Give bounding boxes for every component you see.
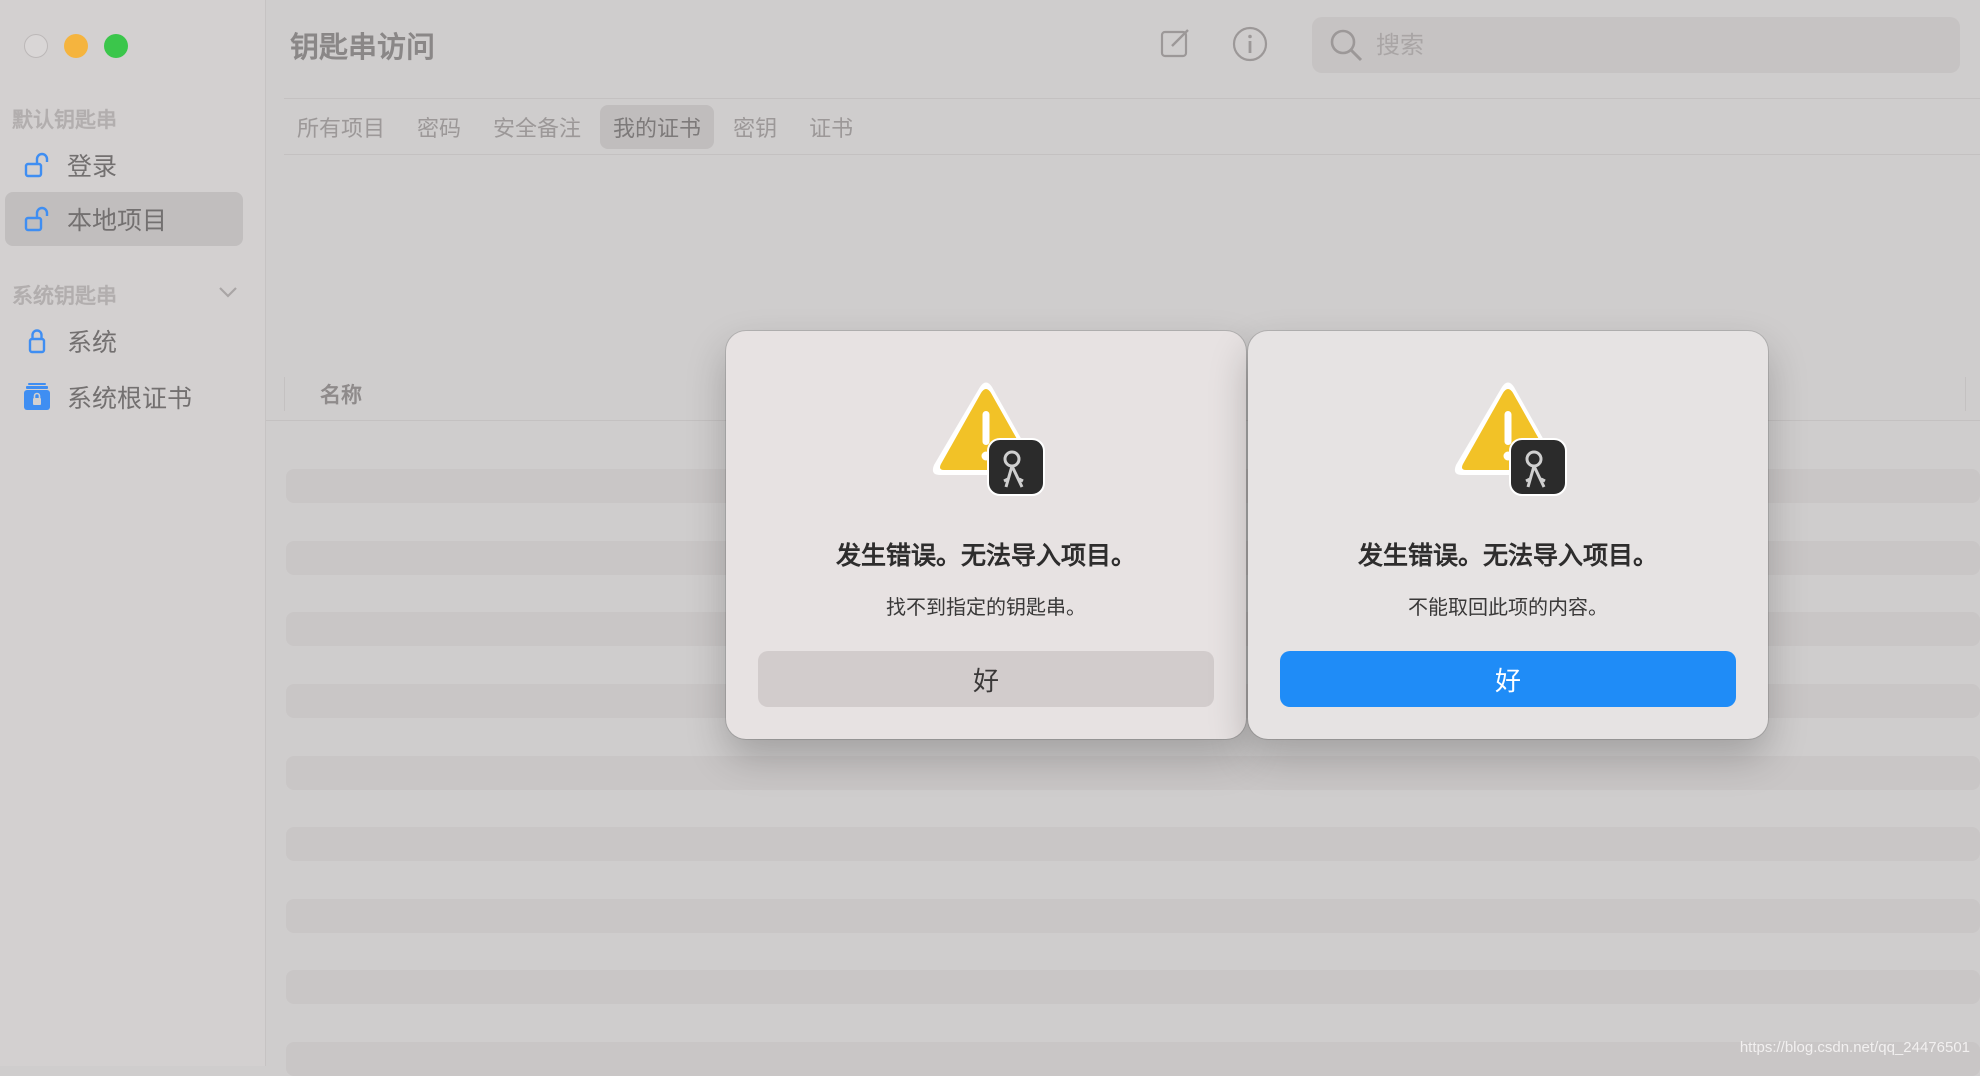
close-window-button[interactable] <box>24 34 48 58</box>
sidebar-section-default-keychains: 默认钥匙串 <box>12 108 117 132</box>
table-row <box>286 1042 1980 1076</box>
category-tabs: 所有项目 密码 安全备注 我的证书 密钥 证书 <box>284 105 872 149</box>
dialog-message: 找不到指定的钥匙串。 <box>886 595 1086 619</box>
table-row <box>286 899 1980 933</box>
column-header-name[interactable]: 名称 <box>320 379 362 409</box>
watermark-url: https://blog.csdn.net/qq_24476501 <box>1739 1039 1970 1056</box>
column-separator <box>284 377 285 411</box>
chevron-down-icon[interactable] <box>216 280 240 304</box>
sidebar: 默认钥匙串 登录 本地项目 系统钥匙串 系统 系统根证书 <box>0 0 266 1066</box>
search-field[interactable] <box>1312 17 1960 73</box>
tab-keys[interactable]: 密钥 <box>720 105 790 149</box>
warning-keychain-icon <box>932 382 1045 496</box>
error-alert-dialog: 发生错误。无法导入项目。 不能取回此项的内容。 好 <box>1248 331 1768 739</box>
table-row <box>286 756 1980 790</box>
sidebar-item-login[interactable]: 登录 <box>5 138 243 192</box>
sidebar-item-label: 本地项目 <box>67 206 168 235</box>
warning-keychain-icon <box>1454 382 1567 496</box>
ok-button[interactable]: 好 <box>758 651 1214 707</box>
tab-passwords[interactable]: 密码 <box>404 105 474 149</box>
tab-my-certificates[interactable]: 我的证书 <box>600 105 715 149</box>
table-row <box>286 970 1980 1004</box>
info-icon[interactable] <box>1230 24 1270 64</box>
sidebar-section-system-keychains: 系统钥匙串 <box>12 284 117 308</box>
toolbar-divider <box>284 98 1980 99</box>
sidebar-item-label: 系统 <box>67 328 118 357</box>
dialog-message: 不能取回此项的内容。 <box>1408 595 1608 619</box>
zoom-window-button[interactable] <box>104 34 128 58</box>
dialog-title: 发生错误。无法导入项目。 <box>835 541 1136 570</box>
tab-secure-notes[interactable]: 安全备注 <box>480 105 594 149</box>
sidebar-item-label: 登录 <box>67 152 118 181</box>
error-alert-dialog: 发生错误。无法导入项目。 找不到指定的钥匙串。 好 <box>726 331 1246 739</box>
minimize-window-button[interactable] <box>64 34 88 58</box>
unlocked-padlock-icon <box>21 203 53 235</box>
unlocked-padlock-icon <box>21 149 53 181</box>
sidebar-item-local-items[interactable]: 本地项目 <box>5 192 243 246</box>
search-input[interactable] <box>1374 30 1938 60</box>
sidebar-item-system-roots[interactable]: 系统根证书 <box>5 370 243 424</box>
table-row <box>286 827 1980 861</box>
compose-icon[interactable] <box>1156 24 1196 64</box>
tab-all-items[interactable]: 所有项目 <box>284 105 398 149</box>
search-icon <box>1330 29 1363 62</box>
sidebar-item-label: 系统根证书 <box>67 384 193 413</box>
column-separator <box>1965 377 1966 411</box>
dialog-title: 发生错误。无法导入项目。 <box>1357 541 1658 570</box>
certificate-cabinet-icon <box>21 381 53 413</box>
ok-button-default[interactable]: 好 <box>1280 651 1736 707</box>
tabs-divider <box>284 154 1980 155</box>
locked-padlock-icon <box>21 325 53 357</box>
tab-certificates[interactable]: 证书 <box>796 105 866 149</box>
sidebar-item-system[interactable]: 系统 <box>5 314 243 368</box>
window-title: 钥匙串访问 <box>290 30 436 64</box>
